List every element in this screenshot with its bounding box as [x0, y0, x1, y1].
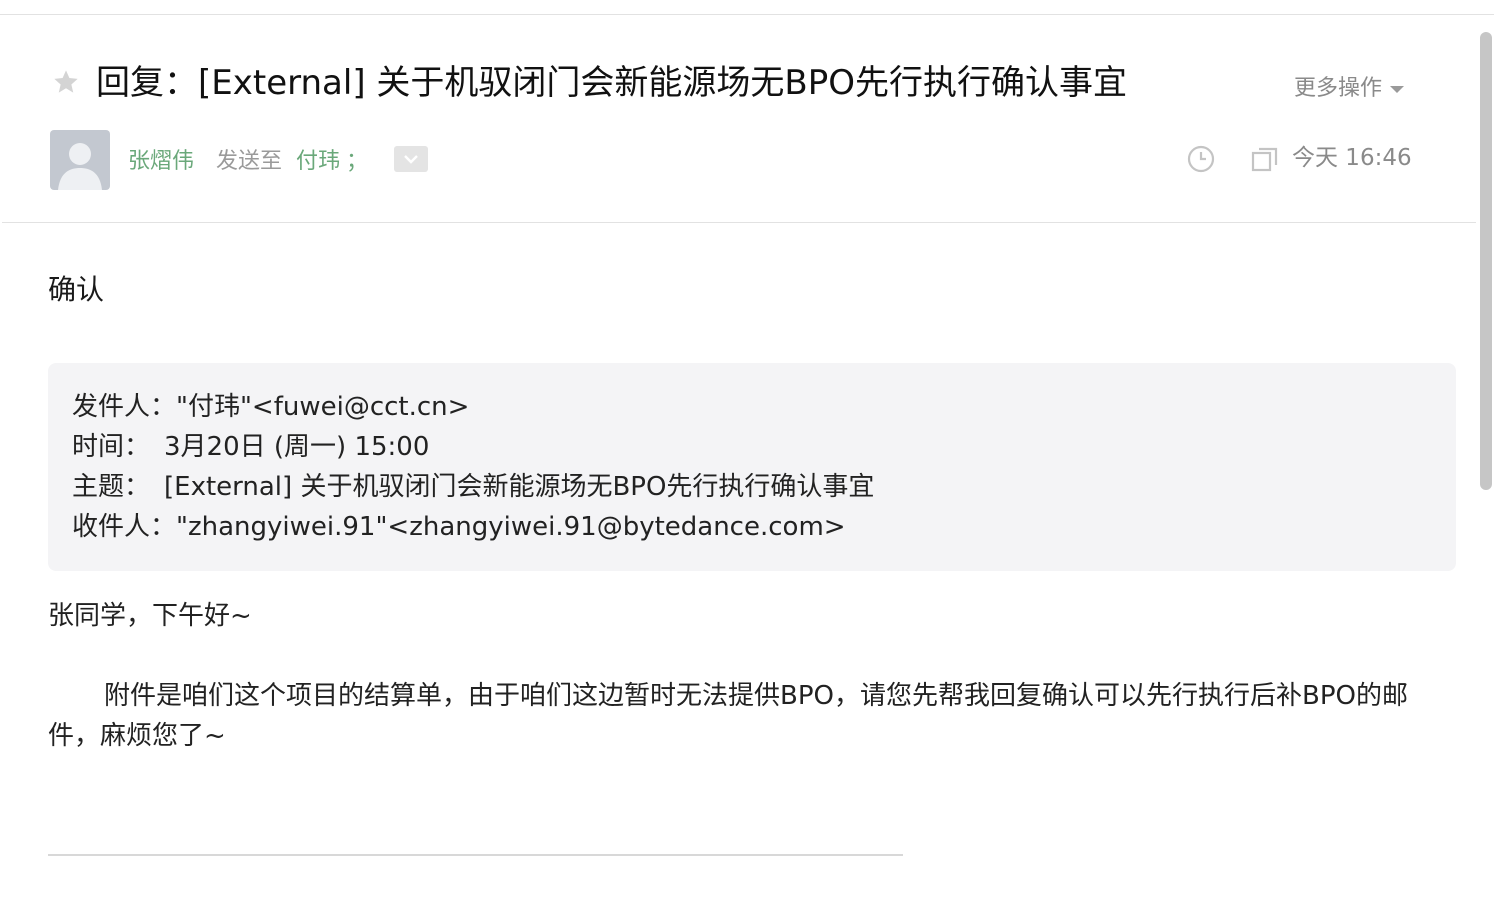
quoted-time-row: 时间： 3月20日 (周一) 15:00: [72, 427, 874, 467]
more-actions-label: 更多操作: [1294, 76, 1383, 101]
quoted-to-label: 收件人：: [72, 512, 177, 542]
signature-divider: [48, 854, 903, 856]
new-window-icon[interactable]: [1250, 144, 1280, 174]
quoted-subject-label: 主题：: [72, 472, 151, 502]
message-paragraph: 附件是咱们这个项目的结算单，由于咱们这边暂时无法提供BPO，请您先帮我回复确认可…: [48, 681, 1408, 751]
star-icon[interactable]: [52, 68, 80, 96]
sender-line: 张熠伟 发送至 付玮 ；: [128, 143, 429, 175]
quoted-subject-row: 主题： [External] 关于机驭闭门会新能源场无BPO先行执行确认事宜: [72, 467, 874, 507]
email-subject: 回复：[External] 关于机驭闭门会新能源场无BPO先行执行确认事宜: [96, 63, 1127, 103]
sent-to-label: 发送至: [216, 149, 283, 174]
header-divider: [2, 222, 1476, 223]
quoted-from-value: "付玮"<fuwei@cct.cn>: [176, 392, 470, 422]
quoted-time-label: 时间：: [72, 432, 151, 462]
quoted-from-label: 发件人：: [72, 392, 177, 422]
quoted-to-row: 收件人： "zhangyiwei.91"<zhangyiwei.91@byted…: [72, 507, 874, 547]
more-actions-button[interactable]: 更多操作: [1294, 74, 1405, 104]
recipient-separator: ；: [346, 149, 369, 174]
sent-time: 今天 16:46: [1292, 145, 1412, 171]
sender-name[interactable]: 张熠伟: [128, 143, 194, 175]
quoted-time-value: 3月20日 (周一) 15:00: [164, 432, 430, 462]
message-greeting: 张同学，下午好~: [48, 601, 252, 631]
expand-recipients-button[interactable]: [394, 146, 429, 172]
recipient-name[interactable]: 付玮: [296, 143, 340, 175]
quoted-to-value: "zhangyiwei.91"<zhangyiwei.91@bytedance.…: [176, 512, 846, 542]
quoted-from-row: 发件人： "付玮"<fuwei@cct.cn>: [72, 387, 874, 427]
scrollbar[interactable]: [1478, 20, 1494, 902]
quoted-subject-value: [External] 关于机驭闭门会新能源场无BPO先行执行确认事宜: [164, 472, 875, 502]
reply-body-text: 确认: [48, 273, 105, 306]
top-divider: [0, 14, 1494, 15]
scrollbar-thumb[interactable]: [1480, 32, 1492, 490]
sender-avatar[interactable]: [50, 130, 110, 190]
quoted-header-block: 发件人： "付玮"<fuwei@cct.cn> 时间： 3月20日 (周一) 1…: [48, 363, 1456, 571]
caret-down-icon: [1390, 85, 1405, 93]
chevron-down-icon: [404, 155, 418, 164]
clock-icon[interactable]: [1186, 144, 1216, 174]
